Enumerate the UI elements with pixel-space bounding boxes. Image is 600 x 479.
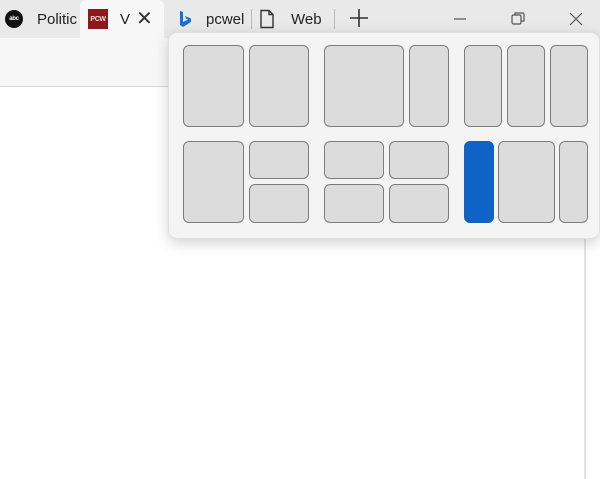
snap-zone[interactable] bbox=[249, 141, 309, 179]
close-tab-icon[interactable]: ✕ bbox=[136, 9, 153, 29]
window-close-icon[interactable] bbox=[565, 8, 587, 30]
snap-zone[interactable] bbox=[183, 45, 244, 127]
tab-label: Politic bbox=[37, 10, 78, 28]
snap-zone[interactable] bbox=[389, 141, 449, 179]
page-icon bbox=[260, 9, 274, 29]
minimize-icon[interactable] bbox=[449, 8, 471, 30]
pcworld-icon: PCW bbox=[88, 9, 108, 29]
snap-zone[interactable] bbox=[324, 141, 384, 179]
tab-separator bbox=[251, 9, 252, 29]
new-tab-plus-icon[interactable] bbox=[349, 8, 369, 28]
snap-zone[interactable] bbox=[464, 45, 502, 127]
restore-icon[interactable] bbox=[507, 8, 529, 30]
tab-politic[interactable]: abc Politic bbox=[0, 0, 80, 38]
tab-label: Web bbox=[291, 10, 322, 28]
snap-zone[interactable] bbox=[507, 45, 545, 127]
snap-zone[interactable] bbox=[498, 141, 555, 223]
snap-zone[interactable] bbox=[324, 45, 404, 127]
tab-separator bbox=[334, 9, 335, 29]
snap-layouts-flyout bbox=[168, 32, 600, 239]
tab-label: pcwel bbox=[206, 10, 245, 28]
abc-news-icon: abc bbox=[5, 10, 23, 28]
snap-zone[interactable] bbox=[324, 184, 384, 223]
snap-zone[interactable] bbox=[249, 45, 309, 127]
snap-zone[interactable] bbox=[550, 45, 588, 127]
bing-icon bbox=[180, 11, 191, 27]
snap-zone[interactable] bbox=[389, 184, 449, 223]
snap-zone[interactable] bbox=[249, 184, 309, 223]
snap-zone[interactable] bbox=[183, 141, 244, 223]
snap-zone[interactable] bbox=[409, 45, 449, 127]
tab-label: V bbox=[120, 10, 131, 28]
snap-zone[interactable] bbox=[559, 141, 588, 223]
snap-zone-selected[interactable] bbox=[464, 141, 494, 223]
